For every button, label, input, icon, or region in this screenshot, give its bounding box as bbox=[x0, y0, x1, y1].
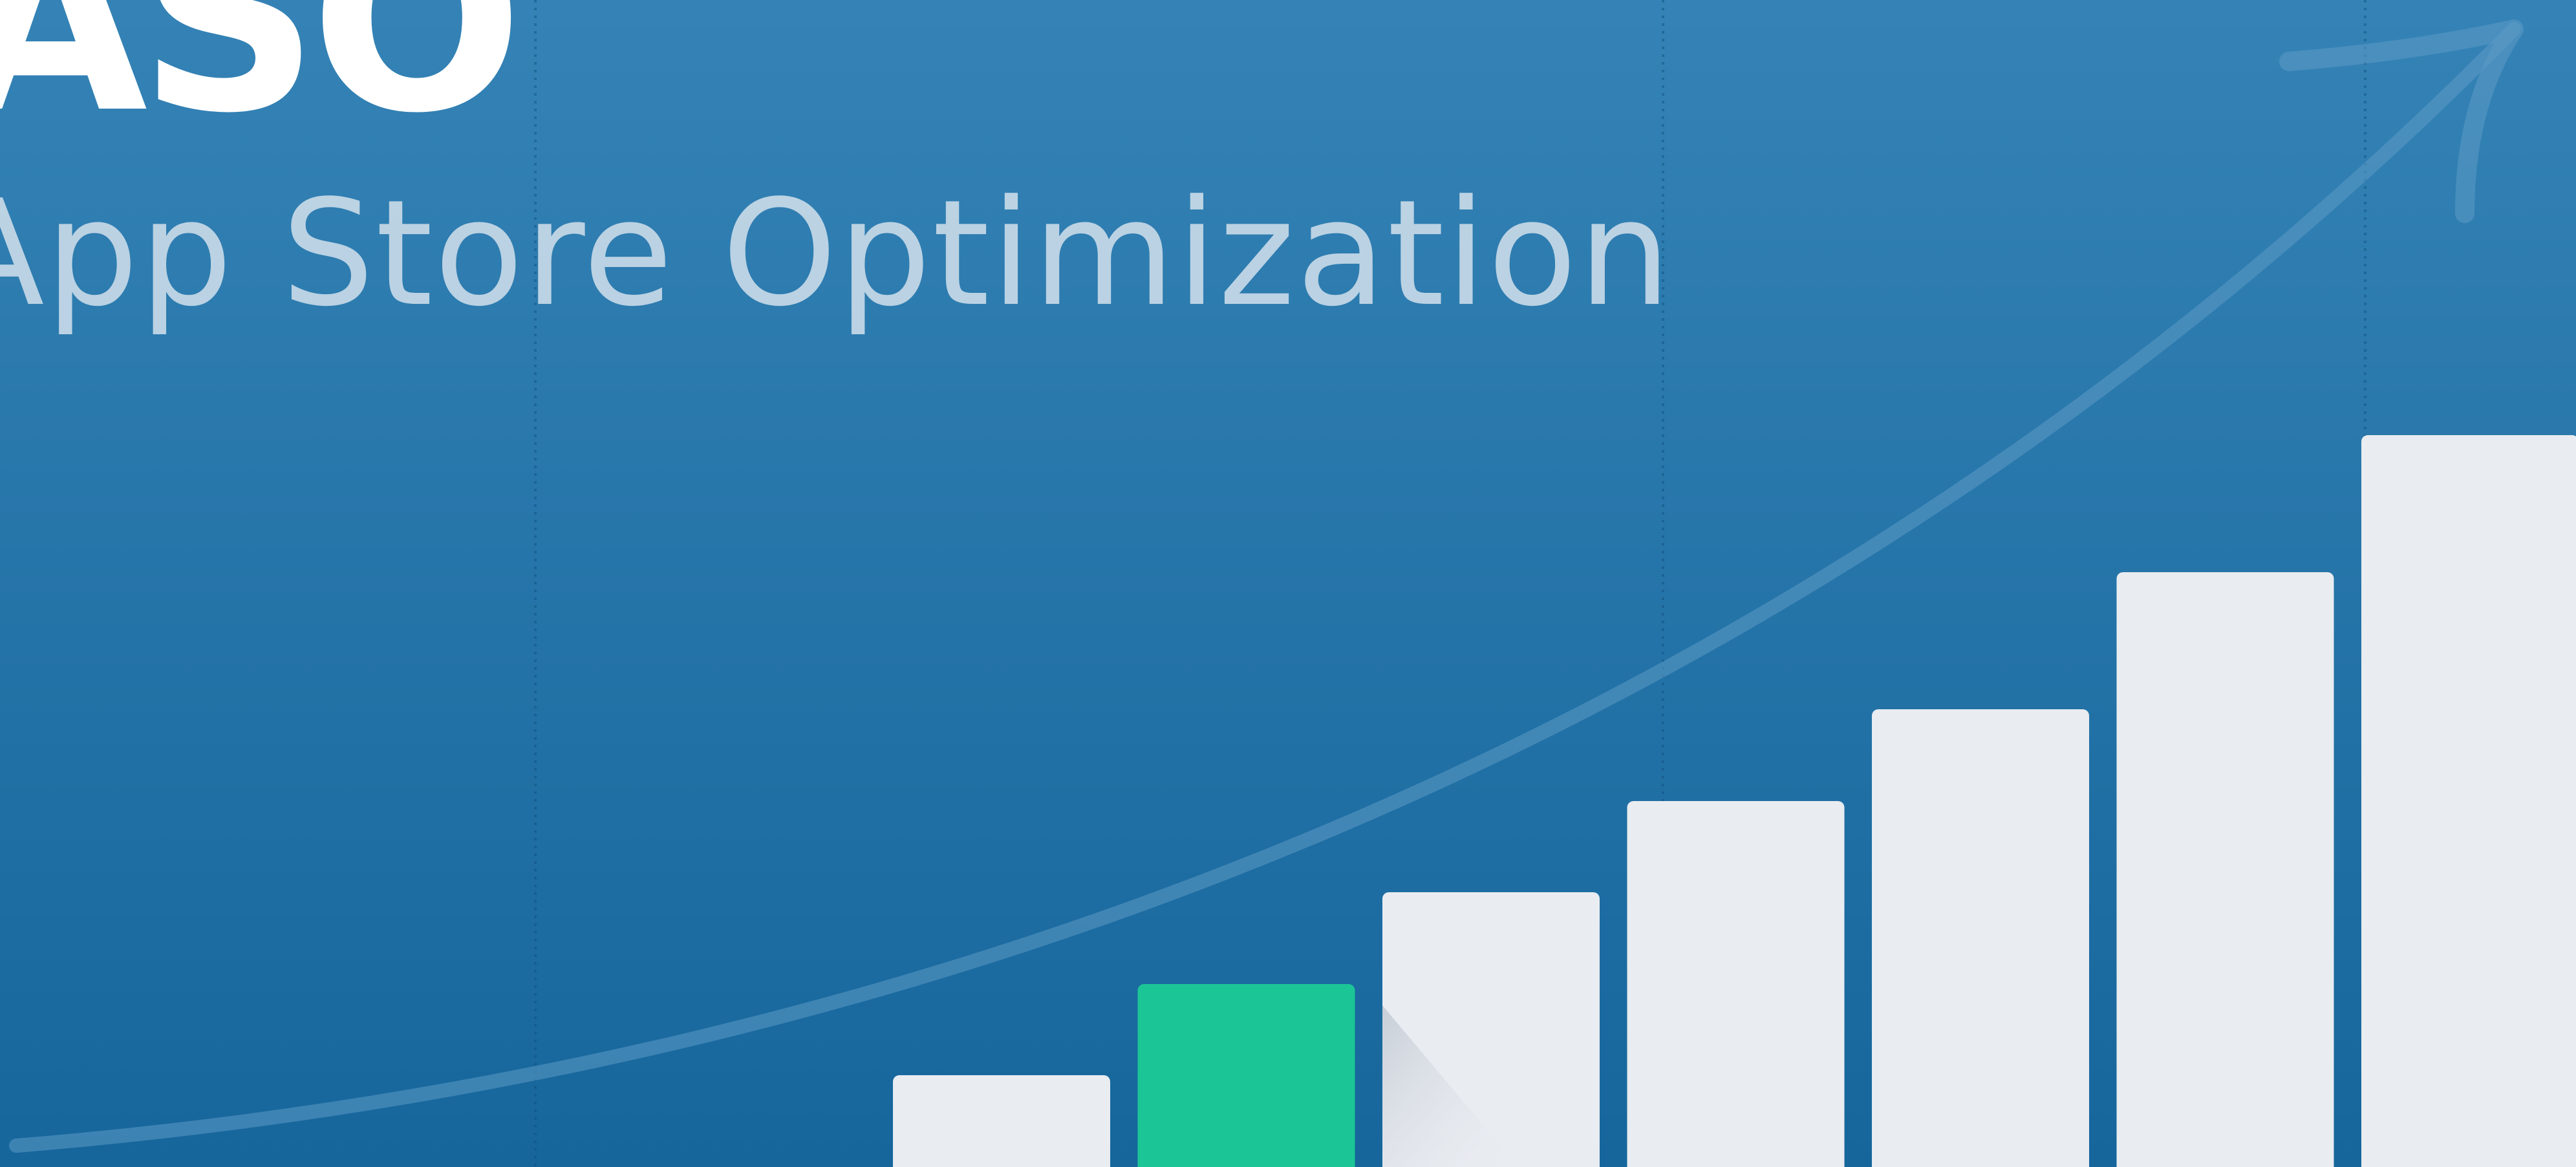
bar-1 bbox=[893, 1075, 1110, 1167]
subheadline: App Store Optimization bbox=[0, 169, 1673, 339]
aso-banner: ASO App Store Optimization bbox=[0, 0, 2576, 1167]
bar-2 bbox=[1137, 984, 1355, 1167]
bar-6 bbox=[2116, 572, 2334, 1167]
bar-5 bbox=[1872, 709, 2089, 1167]
bar-4 bbox=[1627, 801, 1845, 1167]
bar-7 bbox=[2361, 435, 2576, 1167]
headline: ASO bbox=[0, 0, 524, 168]
